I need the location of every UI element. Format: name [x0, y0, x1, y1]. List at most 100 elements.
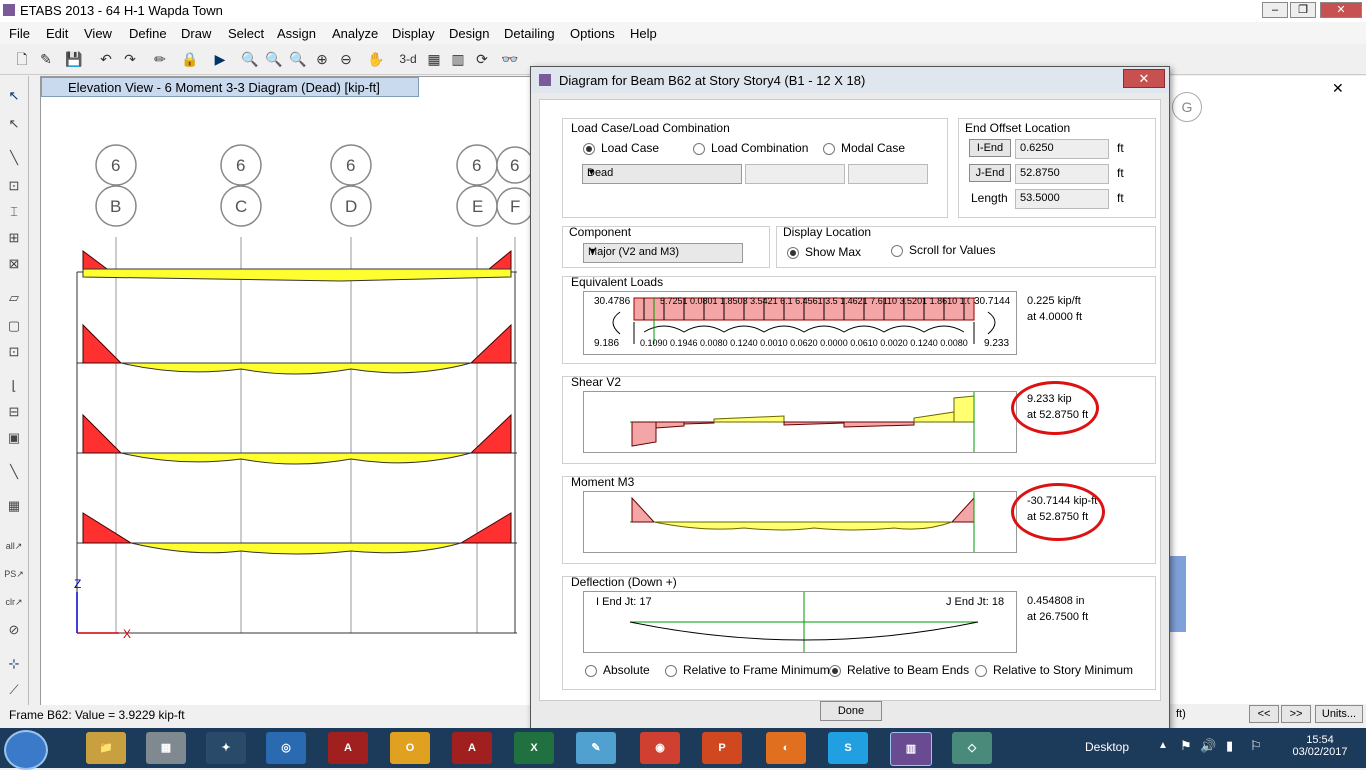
- previous-selection-icon[interactable]: PS↗: [4, 564, 24, 584]
- maximize-button[interactable]: ❐: [1290, 2, 1316, 18]
- lock-icon[interactable]: 🔒: [180, 50, 200, 68]
- modal-case-radio[interactable]: [823, 143, 835, 155]
- taskbar-autocad-2[interactable]: A: [452, 732, 492, 764]
- snap-icon[interactable]: ⊹: [4, 654, 24, 674]
- taskbar-skype[interactable]: S: [828, 732, 868, 764]
- pointer-icon[interactable]: ↖: [4, 86, 24, 106]
- taskbar-powerpoint[interactable]: P: [702, 732, 742, 764]
- volume-icon[interactable]: 🔊: [1200, 738, 1216, 754]
- j-end-button[interactable]: J-End: [969, 164, 1011, 182]
- taskbar-explorer[interactable]: 📁: [86, 732, 126, 764]
- taskbar-outlook[interactable]: O: [390, 732, 430, 764]
- new-model-icon[interactable]: 🗋: [12, 50, 32, 68]
- zoom-restore-icon[interactable]: 🔍: [264, 50, 284, 68]
- taskbar-autocad-1[interactable]: A: [328, 732, 368, 764]
- taskbar-notepad[interactable]: ✎: [576, 732, 616, 764]
- undo-icon[interactable]: ↶: [96, 50, 116, 68]
- view-3d-button[interactable]: 3-d: [396, 50, 420, 68]
- menu-options[interactable]: Options: [570, 26, 615, 41]
- menu-draw[interactable]: Draw: [181, 26, 211, 41]
- draw-opening-icon[interactable]: ▣: [4, 428, 24, 448]
- taskbar-calculator[interactable]: ▦: [146, 732, 186, 764]
- show-hidden-icons-icon[interactable]: ▲: [1158, 740, 1168, 751]
- open-icon[interactable]: ✎: [36, 50, 56, 68]
- draw-column-icon[interactable]: ⌶: [4, 202, 24, 222]
- i-end-field[interactable]: 0.6250: [1015, 139, 1109, 159]
- run-icon[interactable]: ▶: [210, 50, 230, 68]
- close-view-button[interactable]: ✕: [1332, 80, 1344, 97]
- menu-assign[interactable]: Assign: [277, 26, 316, 41]
- taskbar-firefox[interactable]: ◐: [766, 732, 806, 764]
- taskbar-google-earth[interactable]: ◎: [266, 732, 306, 764]
- menu-display[interactable]: Display: [392, 26, 435, 41]
- taskbar-excel[interactable]: X: [514, 732, 554, 764]
- j-end-field[interactable]: 52.8750: [1015, 164, 1109, 184]
- menu-file[interactable]: File: [9, 26, 30, 41]
- dialog-close-button[interactable]: ✕: [1123, 69, 1165, 88]
- units-button[interactable]: Units...: [1315, 705, 1363, 723]
- menu-define[interactable]: Define: [129, 26, 167, 41]
- save-icon[interactable]: 💾: [64, 50, 84, 68]
- clear-selection-icon[interactable]: clr↗: [4, 592, 24, 612]
- next-button[interactable]: >>: [1281, 705, 1311, 723]
- menu-help[interactable]: Help: [630, 26, 657, 41]
- previous-button[interactable]: <<: [1249, 705, 1279, 723]
- zoom-window-icon[interactable]: 🔍: [240, 50, 260, 68]
- menu-select[interactable]: Select: [228, 26, 264, 41]
- taskbar-etabs-old[interactable]: ✦: [206, 732, 246, 764]
- load-case-radio[interactable]: [583, 143, 595, 155]
- draw-rect-area-icon[interactable]: ▢: [4, 316, 24, 336]
- show-max-radio[interactable]: [787, 247, 799, 259]
- load-case-select[interactable]: Dead ▼: [582, 164, 742, 184]
- draw-area-icon[interactable]: ▱: [4, 288, 24, 308]
- desktop-toolbar-label[interactable]: Desktop: [1085, 740, 1129, 754]
- zoom-out-icon[interactable]: ⊖: [336, 50, 356, 68]
- glasses-icon[interactable]: 👓: [500, 50, 520, 68]
- draw-x-brace-icon[interactable]: ⊠: [4, 254, 24, 274]
- elevation-view-icon[interactable]: ▥: [448, 50, 468, 68]
- draw-brace-icon[interactable]: ⊞: [4, 228, 24, 248]
- draw-grid-icon[interactable]: ▦: [4, 496, 24, 516]
- draw-line-icon[interactable]: ╲: [4, 148, 24, 168]
- relative-story-min-radio[interactable]: [975, 665, 987, 677]
- rotate-icon[interactable]: ⟳: [472, 50, 492, 68]
- done-button[interactable]: Done: [820, 701, 882, 721]
- i-end-button[interactable]: I-End: [969, 139, 1011, 157]
- start-button[interactable]: [4, 730, 48, 770]
- component-select[interactable]: Major (V2 and M3) ▼: [583, 243, 743, 263]
- minimize-button[interactable]: –: [1262, 2, 1288, 18]
- clock[interactable]: 15:54 03/02/2017: [1290, 734, 1350, 758]
- menu-detailing[interactable]: Detailing: [504, 26, 555, 41]
- taskbar-safe[interactable]: ◇: [952, 732, 992, 764]
- reshape-icon[interactable]: ↖: [4, 114, 24, 134]
- elevation-view-panel[interactable]: Elevation View - 6 Moment 3-3 Diagram (D…: [40, 76, 532, 706]
- menu-view[interactable]: View: [84, 26, 112, 41]
- draw-quick-area-icon[interactable]: ⊡: [4, 342, 24, 362]
- menu-design[interactable]: Design: [449, 26, 489, 41]
- measure-icon[interactable]: ⊘: [4, 620, 24, 640]
- absolute-radio[interactable]: [585, 665, 597, 677]
- network-icon[interactable]: ▮: [1226, 738, 1233, 754]
- pan-icon[interactable]: ✋: [366, 50, 386, 68]
- select-all-icon[interactable]: all↗: [4, 536, 24, 556]
- redo-icon[interactable]: ↷: [120, 50, 140, 68]
- relative-frame-min-radio[interactable]: [665, 665, 677, 677]
- flag-icon[interactable]: ⚑: [1180, 738, 1192, 754]
- draw-frame-icon[interactable]: ⊡: [4, 176, 24, 196]
- draw-wall-stack-icon[interactable]: ⊟: [4, 402, 24, 422]
- menu-edit[interactable]: Edit: [46, 26, 68, 41]
- pencil-icon[interactable]: ✏: [150, 50, 170, 68]
- relative-beam-ends-radio[interactable]: [829, 665, 841, 677]
- draw-wall-icon[interactable]: ⌊: [4, 376, 24, 396]
- action-center-icon[interactable]: ⚐: [1250, 738, 1262, 754]
- right-view-area[interactable]: G: [1168, 76, 1366, 704]
- scroll-for-values-radio[interactable]: [891, 245, 903, 257]
- draw-dimension-icon[interactable]: ╲: [4, 462, 24, 482]
- taskbar-etabs-2013[interactable]: ▥: [890, 732, 932, 766]
- zoom-in-icon[interactable]: ⊕: [312, 50, 332, 68]
- close-window-button[interactable]: ✕: [1320, 2, 1362, 18]
- document-tab[interactable]: Elevation View - 6 Moment 3-3 Diagram (D…: [41, 77, 419, 97]
- snap-line-icon[interactable]: ⟋: [4, 680, 24, 700]
- load-combination-radio[interactable]: [693, 143, 705, 155]
- plan-view-icon[interactable]: ▦: [424, 50, 444, 68]
